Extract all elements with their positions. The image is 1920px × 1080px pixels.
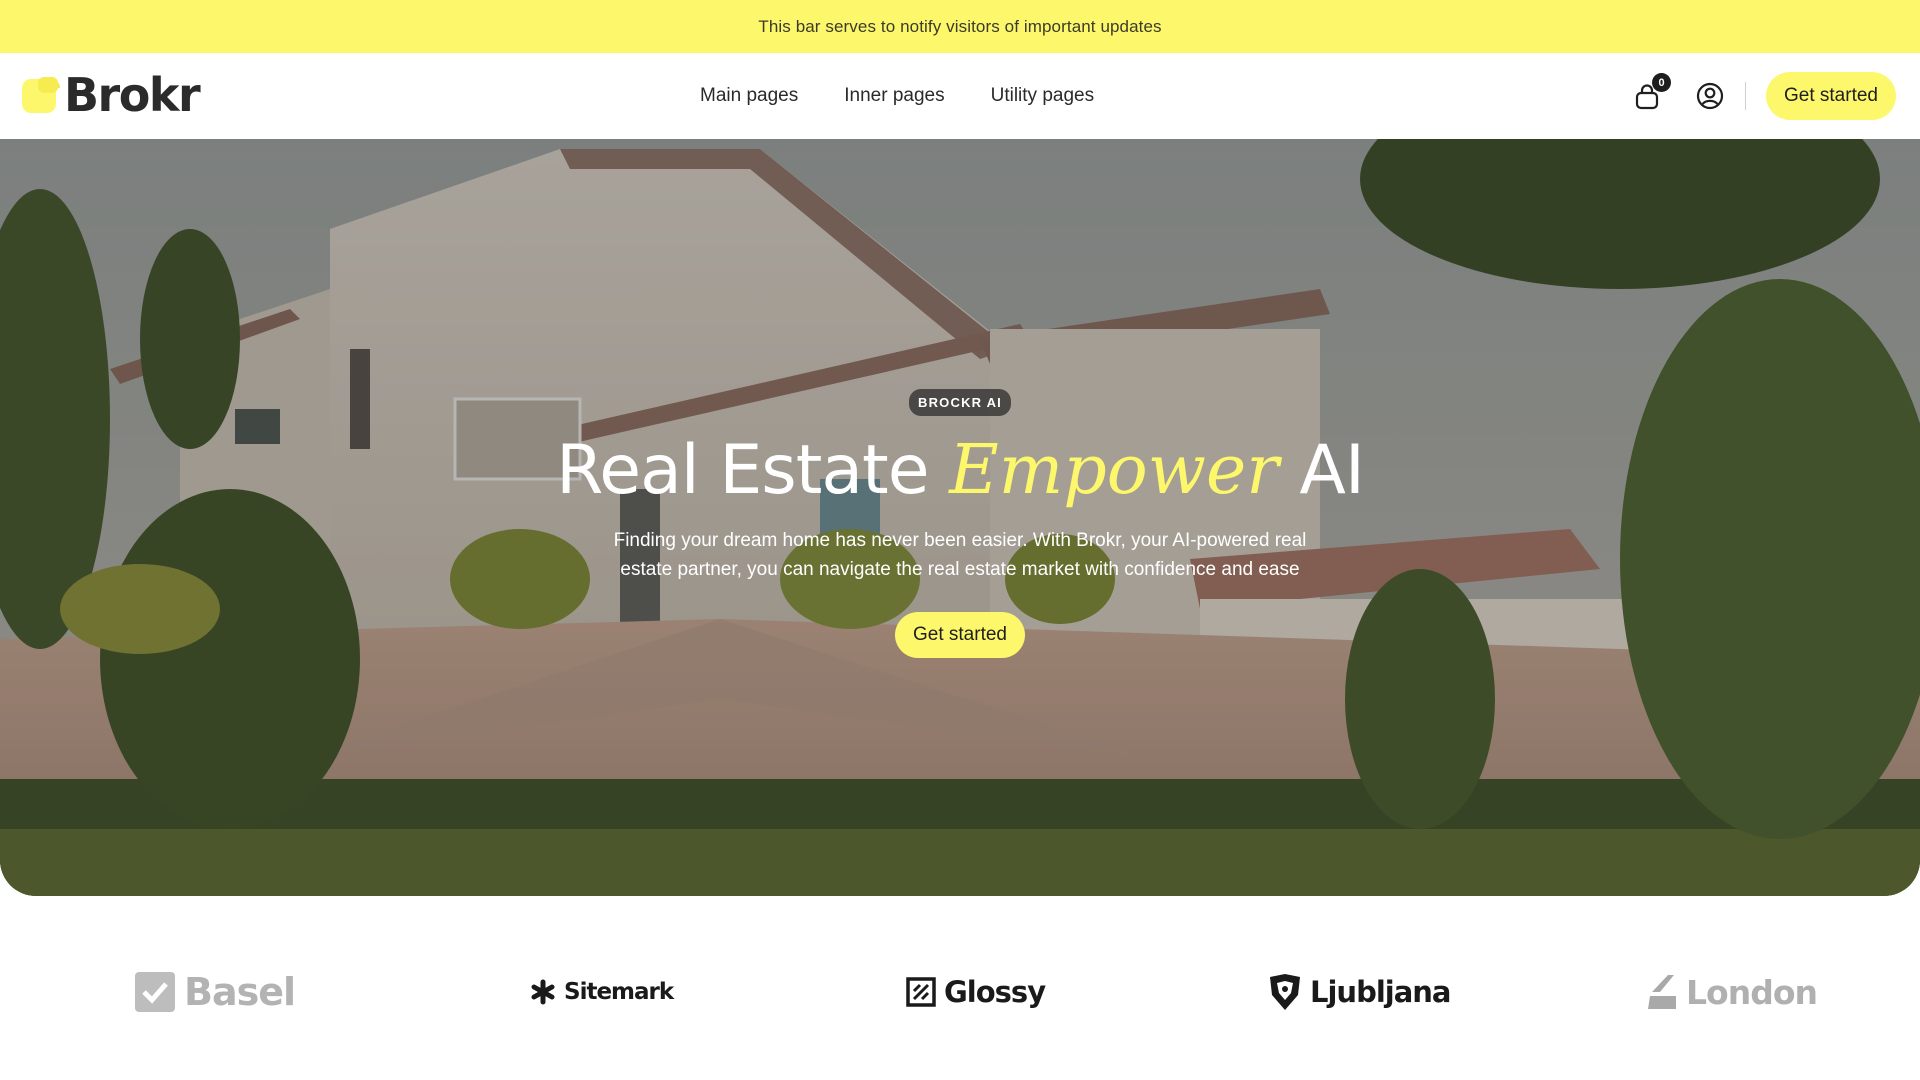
get-started-button[interactable]: Get started (1766, 72, 1896, 120)
glossy-square-icon (906, 977, 936, 1007)
nav-item-inner-pages[interactable]: Inner pages (844, 85, 944, 107)
header-actions: 0 Get started (1631, 53, 1896, 139)
hero-title-start: Real Estate (556, 431, 950, 510)
hero-title-end: AI (1278, 431, 1365, 510)
brand-name-sitemark: Sitemark (564, 978, 674, 1005)
london-chevron-icon (1648, 975, 1676, 1009)
brand-name-basel: Basel (184, 970, 296, 1014)
logo-text: Brokr (64, 68, 201, 122)
brand-name-ljubljana: Ljubljana (1310, 974, 1451, 1009)
main-nav: Main pages Inner pages Utility pages (700, 53, 1094, 139)
brand-sitemark: Sitemark (530, 966, 674, 1018)
site-header: Brokr Main pages Inner pages Utility pag… (0, 53, 1920, 139)
logo[interactable]: Brokr (22, 67, 201, 123)
hero-subtitle: Finding your dream home has never been e… (613, 529, 1307, 580)
checkmark-badge-icon (135, 972, 175, 1012)
hero-content: BROCKR AI Real Estate Empower AI Finding… (0, 139, 1920, 896)
nav-item-utility-pages[interactable]: Utility pages (991, 85, 1095, 107)
header-divider (1745, 82, 1746, 110)
cart-button[interactable]: 0 (1631, 73, 1671, 113)
asterisk-icon (531, 979, 555, 1005)
account-button[interactable] (1693, 79, 1727, 113)
hero-title: Real Estate Empower AI (556, 430, 1365, 512)
hero-tag-badge: BROCKR AI (909, 389, 1011, 416)
hero-title-emphasis: Empower (949, 431, 1279, 510)
hero-section: BROCKR AI Real Estate Empower AI Finding… (0, 139, 1920, 896)
brand-london: London (1646, 966, 1818, 1018)
cart-count-badge: 0 (1652, 73, 1671, 92)
announcement-bar: This bar serves to notify visitors of im… (0, 0, 1920, 53)
lion-shield-icon (1270, 974, 1300, 1010)
brand-ljubljana: Ljubljana (1268, 966, 1451, 1018)
user-circle-icon (1696, 82, 1724, 110)
brand-logos-row: Basel Sitemark Glossy Ljubljana London (0, 896, 1920, 1080)
brand-name-london: London (1686, 972, 1818, 1012)
announcement-text: This bar serves to notify visitors of im… (758, 16, 1162, 36)
brand-basel: Basel (134, 966, 296, 1018)
logo-mark-icon (22, 77, 60, 113)
hero-get-started-button[interactable]: Get started (895, 611, 1025, 658)
nav-item-main-pages[interactable]: Main pages (700, 85, 798, 107)
brand-glossy: Glossy (906, 966, 1046, 1018)
brand-name-glossy: Glossy (944, 974, 1046, 1009)
